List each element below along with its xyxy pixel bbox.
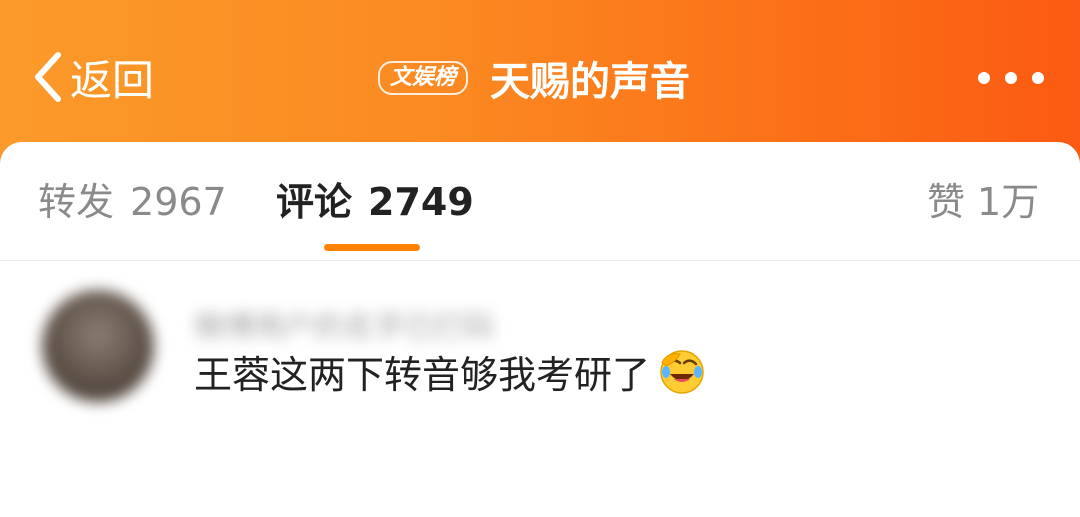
more-dot-icon [1032,72,1044,84]
comment-content: 王蓉这两下转音够我考研了 [194,344,706,399]
entertainment-ranking-badge[interactable]: 文娱榜 [378,61,469,95]
active-tab-indicator [324,244,420,251]
tab-comment-count: 2749 [368,180,474,224]
comment-username[interactable]: 微博用户的名字已打码 [194,302,494,346]
page-title-group: 文娱榜 天赐的声音 [378,50,690,106]
more-options-button[interactable] [978,64,1044,92]
avatar[interactable] [42,290,154,402]
tab-like-label: 赞 [927,180,966,224]
tab-like[interactable]: 赞 1万 [927,178,1039,226]
comment-text: 王蓉这两下转音够我考研了 [194,353,651,397]
page-title: 天赐的声音 [490,59,691,105]
tab-comment[interactable]: 评论 2749 [276,178,474,226]
more-dot-icon [1005,72,1017,84]
back-button[interactable]: 返回 [30,45,154,109]
content-sheet: 转发 2967 评论 2749 赞 1万 微博用户的名字已打码 王蓉这两下转音够我考研… [0,142,1080,517]
tab-like-count: 1万 [977,180,1040,224]
tab-repost-count: 2967 [130,180,227,224]
comment-item: 微博用户的名字已打码 王蓉这两下转音够我考研了 [0,260,1080,517]
more-dot-icon [978,72,990,84]
chevron-left-icon [35,52,61,102]
tab-repost[interactable]: 转发 2967 [38,178,227,226]
top-navigation-bar: 返回 文娱榜 天赐的声音 [0,0,1080,160]
tab-comment-label: 评论 [276,180,353,224]
tab-bar: 转发 2967 评论 2749 赞 1万 [0,142,1080,261]
tab-repost-label: 转发 [38,180,115,224]
back-label: 返回 [70,55,155,105]
laugh-cry-emoji-icon [660,349,704,394]
